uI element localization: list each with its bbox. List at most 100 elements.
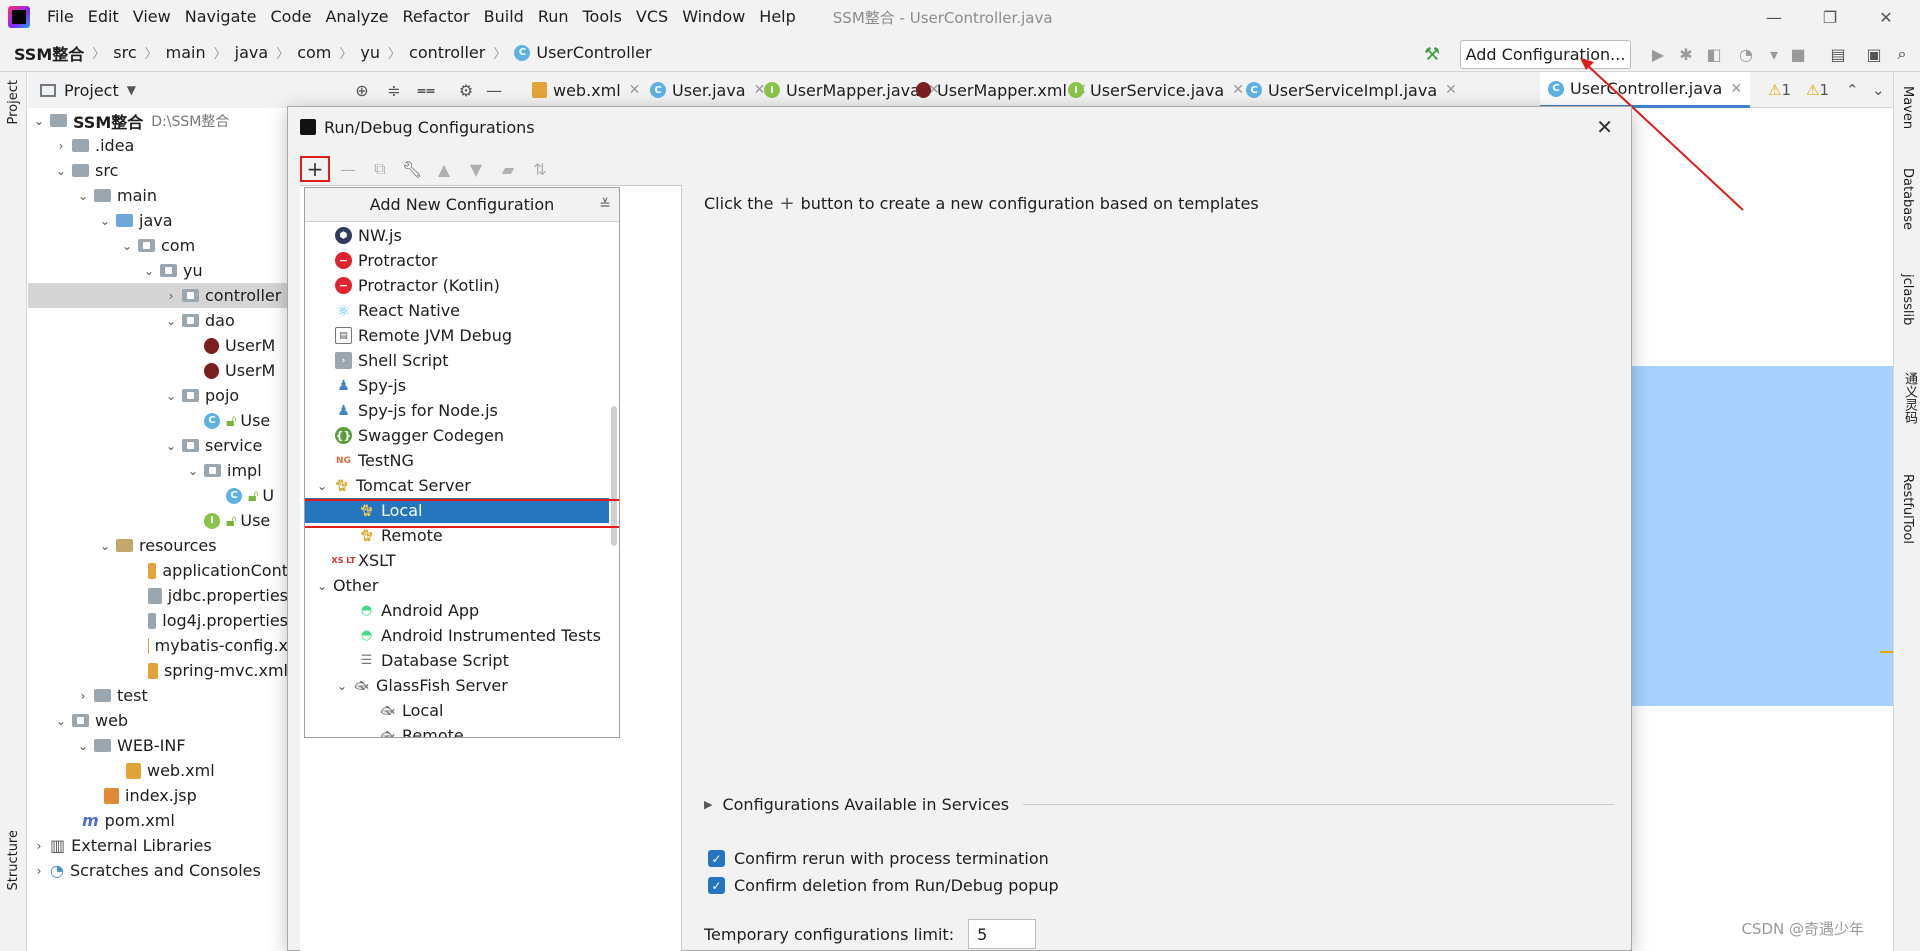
tree-item[interactable]: jdbc.properties [28, 583, 288, 608]
tree-item[interactable]: ⌄ resources [28, 533, 288, 558]
copy-icon[interactable]: ⧉ [366, 157, 394, 181]
crumb-controller[interactable]: controller [409, 43, 485, 62]
tree-item[interactable]: UserM [28, 358, 288, 383]
tree-item[interactable]: C 🔓︎ Use [28, 408, 288, 433]
config-item-xslt[interactable]: XS LT XSLT [305, 548, 609, 573]
dropdown-icon[interactable]: ▾ [1764, 44, 1784, 64]
confirm-rerun-checkbox[interactable]: ✓ Confirm rerun with process termination [708, 849, 1049, 868]
chevron-down-icon[interactable]: ▼ [127, 83, 136, 97]
config-item-android-tests[interactable]: ◓ Android Instrumented Tests [305, 623, 609, 648]
chevron-down-icon[interactable]: ⌄ [98, 539, 112, 553]
search-icon[interactable]: ⌕ [1892, 44, 1912, 64]
tongyi-tool-tab[interactable]: 通义灵码 [1900, 372, 1919, 424]
tree-item[interactable]: › ▥ External Libraries [28, 833, 288, 858]
tree-item[interactable]: applicationCont [28, 558, 288, 583]
chevron-down-icon[interactable]: ⌄ [54, 164, 68, 178]
tree-item-selected[interactable]: › controller [28, 283, 288, 308]
chevron-down-icon[interactable]: ⌄ [76, 189, 90, 203]
config-group-other[interactable]: ⌄ Other [305, 573, 609, 598]
chevron-down-icon[interactable]: ⌄ [186, 464, 200, 478]
menu-navigate[interactable]: Navigate [178, 0, 264, 34]
tree-item[interactable]: ⌄ dao [28, 308, 288, 333]
jclasslib-tool-tab[interactable]: jclasslib [1900, 274, 1915, 325]
tree-item[interactable]: ⌄ yu [28, 258, 288, 283]
config-item-glassfish-local[interactable]: 🐟︎ Local [305, 698, 609, 723]
services-section[interactable]: ▶ Configurations Available in Services [704, 795, 1614, 814]
menu-run[interactable]: Run [531, 0, 576, 34]
sort-icon[interactable]: ⇅ [526, 157, 554, 181]
menu-view[interactable]: View [126, 0, 178, 34]
chevron-down-icon[interactable]: ⌄ [315, 479, 329, 493]
warning-count-1[interactable]: ⚠ 1 [1768, 72, 1791, 108]
tree-item[interactable]: ⌄ pojo [28, 383, 288, 408]
tree-item[interactable]: C 🔓︎ U [28, 483, 288, 508]
new-folder-icon[interactable]: ▰ [494, 157, 522, 181]
config-item-swagger-codegen[interactable]: {} Swagger Codegen [305, 423, 609, 448]
chevron-down-icon[interactable]: ⌄ [335, 679, 349, 693]
minimize-icon[interactable]: — [1746, 0, 1802, 34]
chevron-down-icon[interactable]: ⌄ [98, 214, 112, 228]
crumb-main[interactable]: main [166, 43, 206, 62]
project-panel-title[interactable]: Project [64, 81, 119, 100]
crumb-com[interactable]: com [297, 43, 331, 62]
collapse-icon[interactable]: ≚ [599, 197, 611, 213]
tree-item[interactable]: › .idea [28, 133, 288, 158]
chevron-down-icon[interactable]: ⌄ [32, 114, 46, 128]
tree-item[interactable]: index.jsp [28, 783, 288, 808]
remove-icon[interactable]: — [334, 157, 362, 181]
menu-analyze[interactable]: Analyze [318, 0, 395, 34]
tree-item[interactable]: web.xml [28, 758, 288, 783]
checkbox-checked-icon[interactable]: ✓ [708, 850, 725, 867]
wrench-icon[interactable]: 🔧︎ [398, 157, 426, 181]
tab-userserviceimpl-java[interactable]: C UserServiceImpl.java ✕ [1238, 72, 1465, 108]
close-window-icon[interactable]: ✕ [1858, 0, 1914, 34]
chevron-down-icon[interactable]: ⌄ [164, 314, 178, 328]
menu-build[interactable]: Build [477, 0, 531, 34]
tree-item[interactable]: › ◔ Scratches and Consoles [28, 858, 288, 883]
tree-item[interactable]: m pom.xml [28, 808, 288, 833]
tab-user-java[interactable]: C User.java ✕ [642, 72, 773, 108]
config-item-database-script[interactable]: ☰ Database Script [305, 648, 609, 673]
locate-icon[interactable]: ⊕ [352, 80, 372, 100]
move-down-icon[interactable]: ▼ [462, 157, 490, 181]
config-item-react-native[interactable]: ⚛ React Native [305, 298, 609, 323]
config-item-spyjs-node[interactable]: ♟ Spy-js for Node.js [305, 398, 609, 423]
checkbox-checked-icon[interactable]: ✓ [708, 877, 725, 894]
config-item-nwjs[interactable]: ⬢ NW.js [305, 223, 609, 248]
menu-code[interactable]: Code [264, 0, 319, 34]
tree-item[interactable]: mybatis-config.x [28, 633, 288, 658]
tab-web-xml[interactable]: web.xml ✕ [524, 72, 648, 108]
tree-item[interactable]: ⌄ com [28, 233, 288, 258]
temp-limit-input[interactable]: 5 [968, 919, 1037, 949]
config-group-tomcat[interactable]: ⌄ 🐈︎ Tomcat Server [305, 473, 609, 498]
config-item-spyjs[interactable]: ♟ Spy-js [305, 373, 609, 398]
tree-item[interactable]: ⌄ src [28, 158, 288, 183]
chevron-down-icon[interactable]: ⌄ [54, 714, 68, 728]
structure-tool-tab[interactable]: Structure [6, 830, 21, 890]
crumb-usercontroller[interactable]: UserController [536, 43, 651, 62]
confirm-delete-checkbox[interactable]: ✓ Confirm deletion from Run/Debug popup [708, 876, 1059, 895]
tree-item[interactable]: › test [28, 683, 288, 708]
database-tool-tab[interactable]: Database [1900, 168, 1915, 230]
menu-vcs[interactable]: VCS [629, 0, 675, 34]
close-icon[interactable]: ✕ [629, 82, 641, 98]
build-hammer-icon[interactable]: ⚒ [1424, 44, 1440, 65]
hide-panel-icon[interactable]: — [484, 80, 504, 100]
expand-all-icon[interactable]: ≑ [384, 80, 404, 100]
chevron-down-icon[interactable]: ⌄ [120, 239, 134, 253]
maven-tool-tab[interactable]: Maven [1900, 86, 1915, 129]
close-icon[interactable]: ✕ [1596, 115, 1613, 139]
tree-item[interactable]: ⌄ java [28, 208, 288, 233]
tree-item[interactable]: log4j.properties [28, 608, 288, 633]
project-structure-icon[interactable]: ▤ [1828, 44, 1848, 64]
crumb-src[interactable]: src [113, 43, 136, 62]
tree-item-root[interactable]: ⌄ SSM整合 D:\SSM整合 [28, 108, 288, 133]
tree-item[interactable]: ⌄ WEB-INF [28, 733, 288, 758]
tree-item[interactable]: ⌄ main [28, 183, 288, 208]
add-configuration-plus-button[interactable]: + [300, 156, 330, 182]
config-item-android-app[interactable]: ◓ Android App [305, 598, 609, 623]
config-item-shell-script[interactable]: › Shell Script [305, 348, 609, 373]
chevron-down-icon[interactable]: ⌄ [164, 389, 178, 403]
chevron-down-icon[interactable]: ⌄ [164, 439, 178, 453]
chevron-right-icon[interactable]: › [164, 289, 178, 303]
